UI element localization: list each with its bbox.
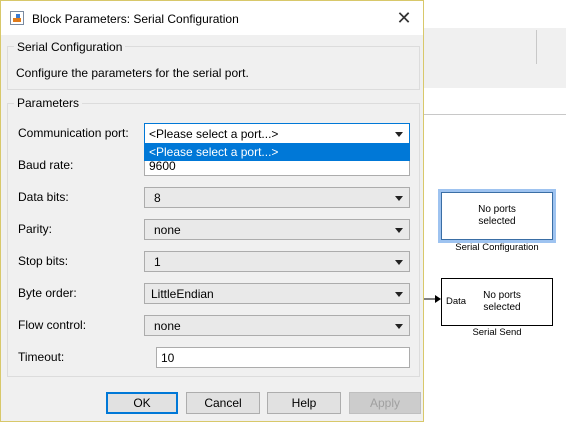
flow-control-value: none xyxy=(154,319,181,333)
serial-send-caption: Serial Send xyxy=(472,327,522,338)
timeout-label: Timeout: xyxy=(18,350,65,364)
communication-port-dropdown-list: <Please select a port...> xyxy=(144,144,410,161)
serial-send-block-line1: No ports xyxy=(483,290,521,301)
byte-order-value: LittleEndian xyxy=(151,287,214,301)
serial-configuration-description: Configure the parameters for the serial … xyxy=(16,66,249,80)
data-port-label: Data xyxy=(446,296,467,307)
communication-port-select[interactable]: <Please select a port...> xyxy=(144,123,410,144)
baud-rate-label: Baud rate: xyxy=(18,158,74,172)
dropdown-option[interactable]: <Please select a port...> xyxy=(145,145,409,160)
model-toolbar xyxy=(420,28,566,67)
serial-send-block-line2: selected xyxy=(483,302,521,313)
baud-rate-value: 9600 xyxy=(149,159,176,173)
apply-button[interactable]: Apply xyxy=(349,392,421,414)
data-bits-value: 8 xyxy=(154,191,161,205)
help-button[interactable]: Help xyxy=(267,392,341,414)
block-parameters-dialog: Block Parameters: Serial Configuration ✕… xyxy=(0,0,424,422)
parity-label: Parity: xyxy=(18,222,53,236)
chevron-down-icon xyxy=(395,292,403,297)
cancel-button[interactable]: Cancel xyxy=(186,392,260,414)
parameters-group-title: Parameters xyxy=(14,96,83,110)
toolbar-divider xyxy=(536,30,537,64)
window-title: Block Parameters: Serial Configuration xyxy=(32,12,239,26)
parity-value: none xyxy=(154,223,181,237)
stop-bits-select[interactable]: 1 xyxy=(144,251,410,272)
timeout-field[interactable]: 10 xyxy=(156,347,410,368)
close-button[interactable]: ✕ xyxy=(389,6,419,30)
model-address-bar xyxy=(420,88,566,115)
parity-select[interactable]: none xyxy=(144,219,410,240)
stop-bits-value: 1 xyxy=(154,255,161,269)
stop-bits-label: Stop bits: xyxy=(18,254,69,268)
flow-control-select[interactable]: none xyxy=(144,315,410,336)
data-bits-label: Data bits: xyxy=(18,190,69,204)
serial-configuration-block[interactable]: No ports selected xyxy=(441,192,553,240)
communication-port-value: <Please select a port...> xyxy=(149,127,279,141)
chevron-down-icon xyxy=(395,260,403,265)
chevron-down-icon xyxy=(395,132,403,137)
signal-line xyxy=(424,295,441,303)
ok-button[interactable]: OK xyxy=(106,392,178,414)
byte-order-select[interactable]: LittleEndian xyxy=(144,283,410,304)
model-toolbar-secondary xyxy=(420,66,566,89)
serial-configuration-group-title: Serial Configuration xyxy=(14,40,126,54)
serial-config-block-line1: No ports xyxy=(478,204,516,215)
communication-port-label: Communication port: xyxy=(18,126,129,140)
simulink-block-icon xyxy=(10,11,24,25)
title-bar[interactable]: Block Parameters: Serial Configuration ✕ xyxy=(1,1,423,35)
chevron-down-icon xyxy=(395,324,403,329)
chevron-down-icon xyxy=(395,228,403,233)
timeout-value: 10 xyxy=(161,351,175,365)
chevron-down-icon xyxy=(395,196,403,201)
data-bits-select[interactable]: 8 xyxy=(144,187,410,208)
flow-control-label: Flow control: xyxy=(18,318,87,332)
serial-config-block-line2: selected xyxy=(478,216,516,227)
serial-send-block[interactable]: Data No ports selected xyxy=(441,278,553,326)
serial-configuration-caption: Serial Configuration xyxy=(455,242,539,253)
byte-order-label: Byte order: xyxy=(18,286,77,300)
